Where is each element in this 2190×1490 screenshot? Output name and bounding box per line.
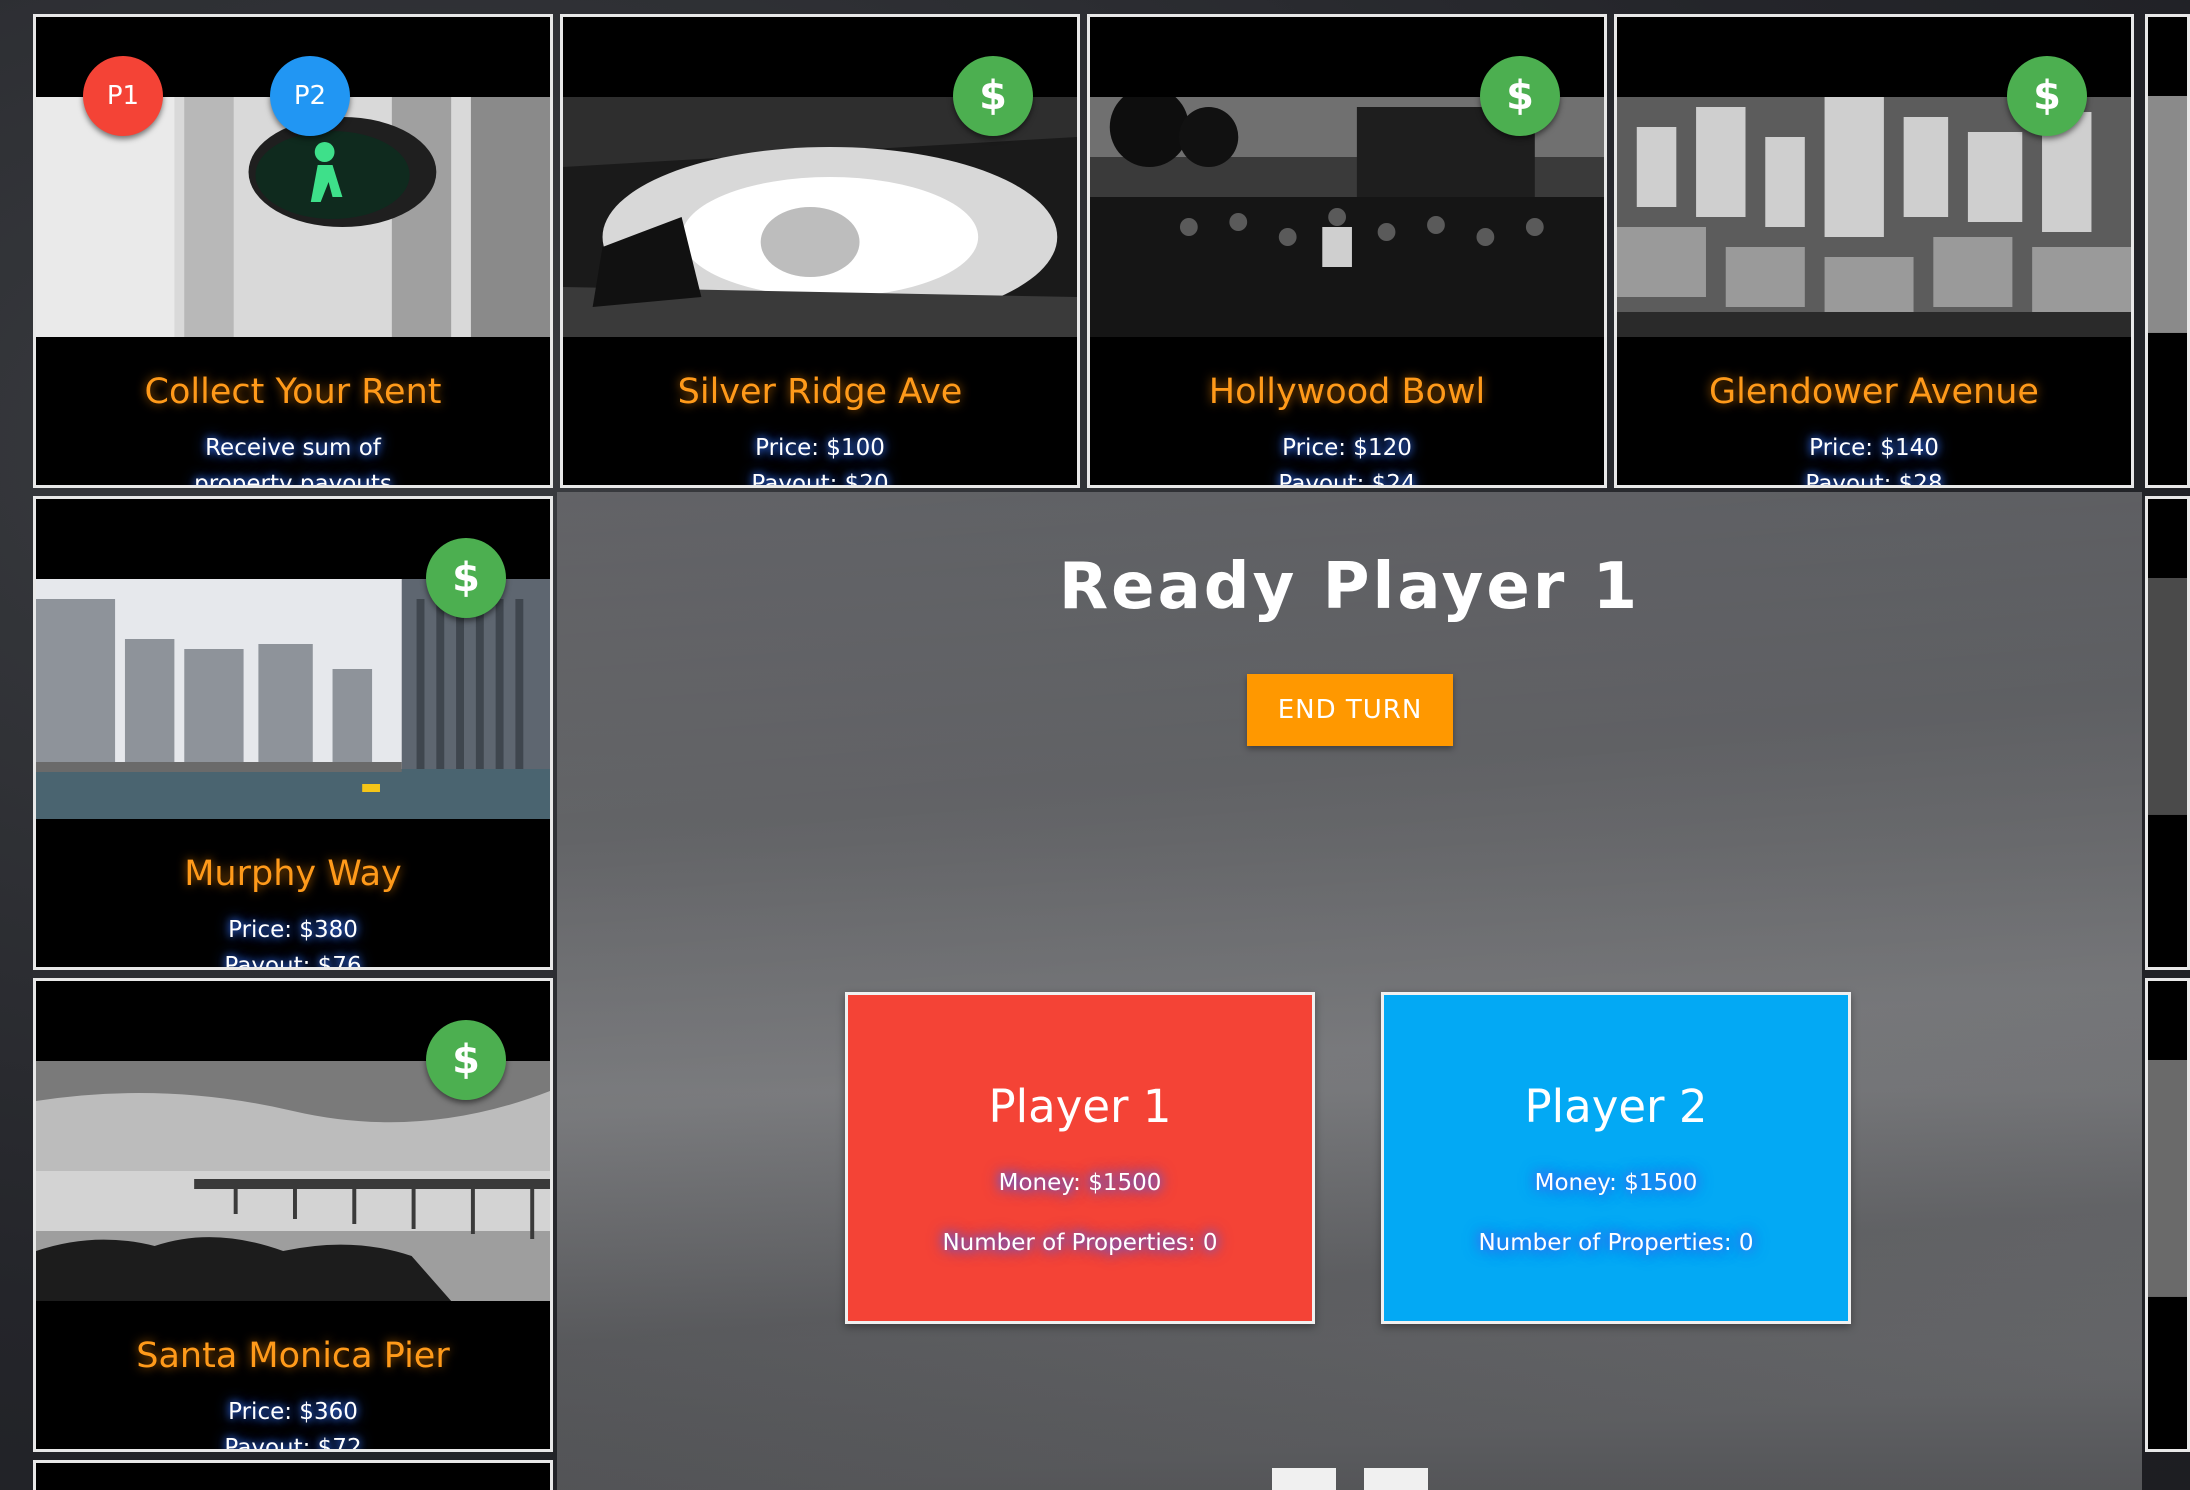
player-property-count: Number of Properties: 0 [1478, 1230, 1754, 1256]
center-panel: Ready Player 1 END TURN Player 1 Money: … [557, 492, 2142, 1490]
dice-box [1272, 1468, 1336, 1490]
tile-name: Glendower Avenue [1709, 372, 2039, 412]
player-name: Player 1 [988, 1080, 1172, 1133]
tile-name: Santa Monica Pier [136, 1336, 450, 1376]
tile-name: Collect Your Rent [144, 372, 442, 412]
tile-partial-bottom[interactable] [33, 1460, 553, 1490]
tile-payout: Payout: $24 [1278, 471, 1416, 488]
player-money: Money: $1500 [998, 1170, 1162, 1196]
tile-price: Price: $360 [228, 1399, 358, 1425]
tile-payout: Payout: $20 [751, 471, 889, 488]
player-1-card: Player 1 Money: $1500 Number of Properti… [845, 992, 1315, 1324]
dollar-icon[interactable]: $ [426, 1020, 506, 1100]
tile-price: Price: $120 [1282, 435, 1412, 461]
player-property-count: Number of Properties: 0 [942, 1230, 1218, 1256]
player-money: Money: $1500 [1534, 1170, 1698, 1196]
tile-partial-right-1[interactable] [2145, 14, 2190, 488]
tile-price: Price: $100 [755, 435, 885, 461]
end-turn-button[interactable]: END TURN [1247, 674, 1453, 746]
dollar-icon[interactable]: $ [426, 538, 506, 618]
tile-description: Receive sum of [205, 435, 381, 461]
tile-description: property payouts [194, 471, 392, 488]
dollar-icon[interactable]: $ [2007, 56, 2087, 136]
tile-price: Price: $380 [228, 917, 358, 943]
dollar-icon[interactable]: $ [1480, 56, 1560, 136]
dice-box [1364, 1468, 1428, 1490]
tile-payout: Payout: $72 [224, 1435, 362, 1452]
tile-name: Silver Ridge Ave [677, 372, 963, 412]
dollar-icon[interactable]: $ [953, 56, 1033, 136]
player-name: Player 2 [1524, 1080, 1708, 1133]
tile-partial-right-2[interactable] [2145, 496, 2190, 970]
tile-payout: Payout: $76 [224, 953, 362, 970]
tile-name: Murphy Way [184, 854, 402, 894]
turn-title: Ready Player 1 [1058, 550, 1641, 624]
player-2-token: P2 [270, 56, 350, 136]
player-2-card: Player 2 Money: $1500 Number of Properti… [1381, 992, 1851, 1324]
tile-price: Price: $140 [1809, 435, 1939, 461]
game-board: Collect Your Rent Receive sum of propert… [0, 0, 2190, 1490]
player-1-token: P1 [83, 56, 163, 136]
tile-partial-right-3[interactable] [2145, 978, 2190, 1452]
tile-payout: Payout: $28 [1805, 471, 1943, 488]
tile-name: Hollywood Bowl [1208, 372, 1486, 412]
